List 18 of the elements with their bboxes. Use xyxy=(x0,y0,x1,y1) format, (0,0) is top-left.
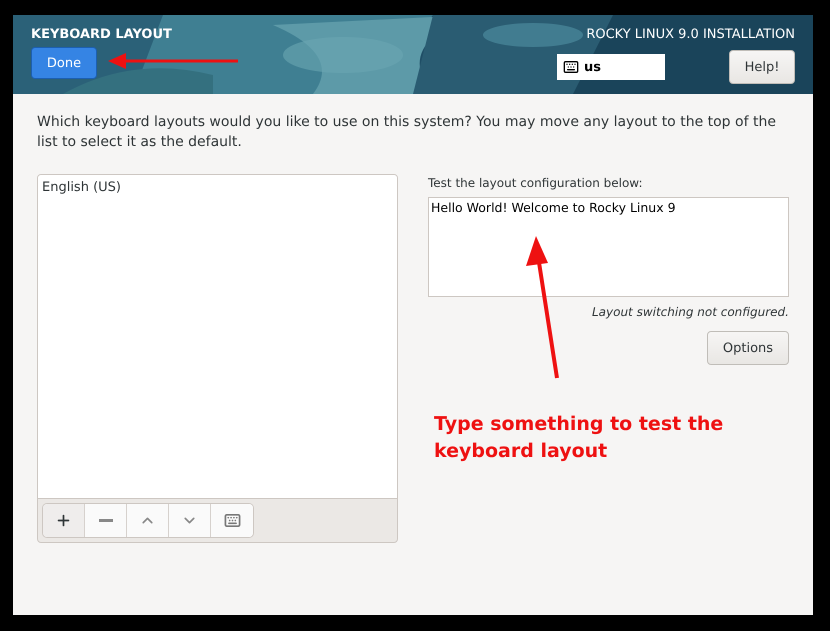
options-button[interactable]: Options xyxy=(707,331,789,365)
layout-code: us xyxy=(584,60,601,74)
keyboard-icon xyxy=(563,59,579,75)
instructions-text: Which keyboard layouts would you like to use on this system? You may move any layout to the top of the list to select it as the default. xyxy=(37,113,777,152)
screen-title: KEYBOARD LAYOUT xyxy=(31,27,172,42)
test-label: Test the layout configuration below: xyxy=(428,176,644,190)
remove-icon xyxy=(98,519,112,522)
add-button[interactable] xyxy=(43,504,85,537)
product-title: ROCKY LINUX 9.0 INSTALLATION xyxy=(586,27,795,42)
layout-switching-note: Layout switching not configured. xyxy=(592,305,789,319)
layout-indicator[interactable]: us xyxy=(557,54,665,80)
add-icon xyxy=(55,512,72,529)
done-button[interactable]: Done xyxy=(31,47,97,79)
annotation-text: Type something to test the keyboard layout xyxy=(434,412,724,464)
layout-item[interactable]: English (US) xyxy=(42,179,393,196)
help-button[interactable]: Help! xyxy=(729,50,795,84)
test-input-field[interactable]: Hello World! Welcome to Rocky Linux 9 xyxy=(428,197,789,297)
keyboard-icon xyxy=(224,512,240,529)
